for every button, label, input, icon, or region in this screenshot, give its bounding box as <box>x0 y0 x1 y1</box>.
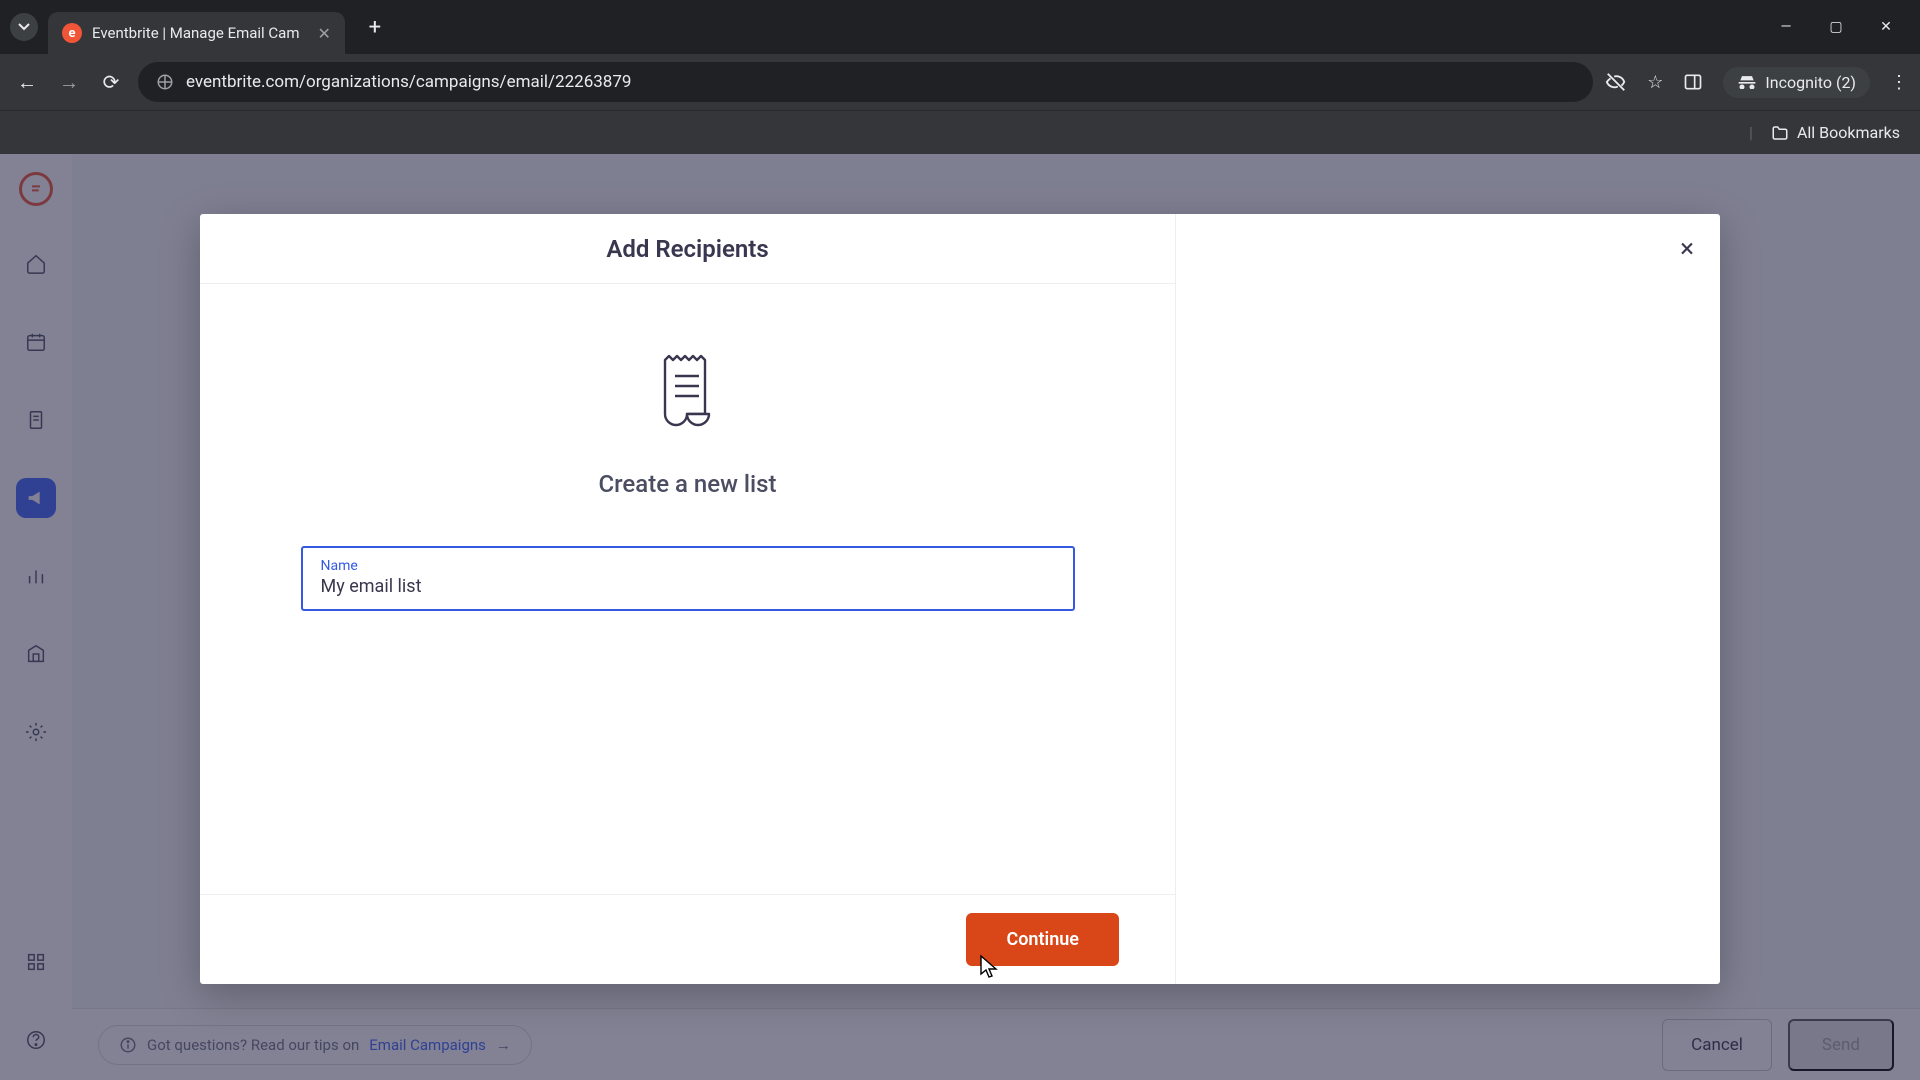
address-bar[interactable]: eventbrite.com/organizations/campaigns/e… <box>138 62 1593 102</box>
minimize-button[interactable]: ― <box>1776 19 1796 35</box>
modal-header: Add Recipients <box>200 214 1175 284</box>
incognito-label: Incognito (2) <box>1765 73 1856 92</box>
tab-search-button[interactable] <box>10 13 38 41</box>
add-recipients-modal: Add Recipients Create a new list <box>200 214 1720 984</box>
back-button[interactable]: ← <box>12 70 42 95</box>
url-text: eventbrite.com/organizations/campaigns/e… <box>186 72 631 92</box>
modal-body: Create a new list Name <box>200 284 1175 894</box>
all-bookmarks-link[interactable]: All Bookmarks <box>1797 123 1900 142</box>
modal-close-button[interactable]: × <box>1680 234 1694 264</box>
incognito-badge[interactable]: Incognito (2) <box>1723 67 1870 98</box>
tab-title: Eventbrite | Manage Email Cam <box>92 24 300 42</box>
name-input-label: Name <box>321 558 1055 574</box>
forward-button[interactable]: → <box>54 70 84 95</box>
modal-title: Add Recipients <box>606 235 768 263</box>
browser-tab[interactable]: e Eventbrite | Manage Email Cam ✕ <box>48 12 345 54</box>
new-tab-button[interactable]: + <box>357 9 393 45</box>
reload-button[interactable]: ⟳ <box>96 70 126 94</box>
maximize-button[interactable]: ▢ <box>1826 19 1846 35</box>
page-content: Got questions? Read our tips on Email Ca… <box>0 154 1920 1080</box>
continue-button[interactable]: Continue <box>966 913 1119 966</box>
eye-off-icon[interactable] <box>1605 71 1627 93</box>
bookmark-star-icon[interactable]: ☆ <box>1647 72 1663 93</box>
browser-tab-strip: e Eventbrite | Manage Email Cam ✕ + ― ▢ … <box>0 0 1920 54</box>
close-window-button[interactable]: ✕ <box>1876 19 1896 35</box>
modal-footer: Continue <box>200 894 1175 984</box>
side-panel-icon[interactable] <box>1683 72 1703 92</box>
site-info-icon[interactable] <box>156 73 174 91</box>
window-controls: ― ▢ ✕ <box>1776 19 1910 35</box>
name-input[interactable] <box>321 576 1055 597</box>
modal-side-panel <box>1176 214 1720 984</box>
name-input-wrapper[interactable]: Name <box>301 546 1075 611</box>
tab-favicon: e <box>62 23 82 43</box>
browser-menu-icon[interactable]: ⋮ <box>1890 72 1908 93</box>
bookmarks-folder-icon <box>1771 124 1789 142</box>
tab-close-icon[interactable]: ✕ <box>318 24 331 43</box>
list-scroll-icon <box>653 354 723 436</box>
modal-subheading: Create a new list <box>598 470 776 498</box>
bookmarks-bar: | All Bookmarks <box>0 110 1920 154</box>
browser-toolbar: ← → ⟳ eventbrite.com/organizations/campa… <box>0 54 1920 110</box>
